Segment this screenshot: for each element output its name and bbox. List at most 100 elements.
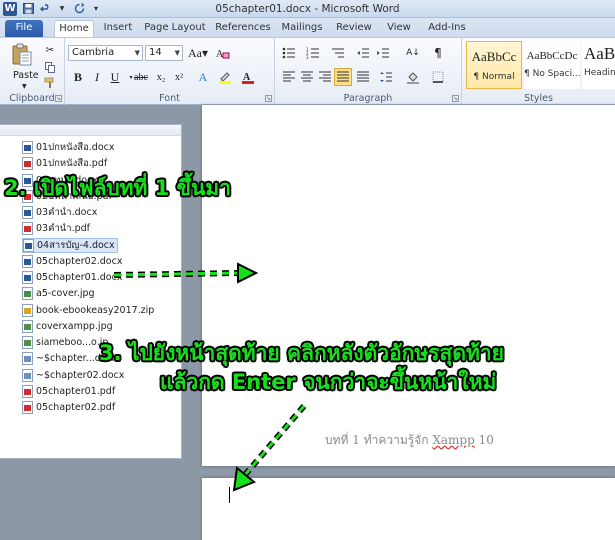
- increase-indent-icon[interactable]: [375, 45, 391, 61]
- font-group: Cambria ▼ 14 ▼ Aa▾ A B I U ▾ abc x₂ x² A…: [65, 38, 275, 105]
- tab-references[interactable]: References: [215, 20, 271, 37]
- tab-view[interactable]: View: [383, 20, 415, 37]
- file-list-item[interactable]: 01ปกหนังสือ.pdf: [22, 156, 107, 171]
- styles-group: AaBbCc ¶ Normal AaBbCcDc ¶ No Spaci... A…: [462, 38, 615, 105]
- file-name: 03คำนำ.docx: [36, 207, 98, 218]
- multilevel-list-icon[interactable]: [330, 45, 346, 61]
- style-normal-name: ¶ Normal: [473, 72, 515, 82]
- file-list-item[interactable]: 01ปกหนังสือ.docx: [22, 140, 114, 155]
- italic-icon[interactable]: I: [89, 69, 105, 85]
- file-list-item[interactable]: siameboo...o.jp: [22, 335, 108, 350]
- file-list-item[interactable]: 05chapter01.pdf: [22, 384, 115, 399]
- footer-page-number: 10: [474, 433, 494, 447]
- file-name: siameboo...o.jp: [36, 337, 109, 348]
- paste-icon[interactable]: [8, 42, 36, 68]
- style-no-spacing-sample: AaBbCcDc: [526, 50, 578, 62]
- ribbon-tabs: File Home Insert Page Layout References …: [0, 18, 615, 37]
- styles-group-label: Styles: [524, 93, 553, 104]
- paste-label[interactable]: Paste: [13, 70, 39, 81]
- annotation-step2: 2. เปิดไฟล์บทที่ 1 ขึ้นมา: [4, 176, 231, 200]
- img-file-icon: [22, 319, 33, 333]
- style-normal[interactable]: AaBbCc ¶ Normal: [466, 41, 522, 89]
- font-color-icon[interactable]: A: [240, 69, 256, 85]
- file-list-item[interactable]: 03คำนำ.docx: [22, 205, 97, 220]
- file-list-item[interactable]: coverxampp.jpg: [22, 319, 113, 334]
- chevron-down-icon: ▼: [174, 49, 180, 57]
- file-list-item[interactable]: 04สารบัญ-4.docx: [22, 237, 118, 253]
- tab-file[interactable]: File: [5, 20, 43, 37]
- file-list-item[interactable]: 05chapter02.docx: [22, 254, 122, 269]
- tab-home[interactable]: Home: [54, 20, 94, 37]
- footer-prefix: บทที่ 1 ทำความรู้จัก: [325, 433, 433, 447]
- font-launcher-icon[interactable]: ↘: [265, 95, 272, 102]
- align-left-icon[interactable]: [281, 69, 297, 85]
- title-bar: W ▼ ▾ 05chapter01.docx - Microsoft Word: [0, 0, 615, 18]
- word-file-icon: [22, 254, 33, 268]
- subscript-icon[interactable]: x₂: [153, 69, 169, 85]
- chevron-down-icon[interactable]: ▼: [22, 83, 27, 90]
- word-file-icon: [22, 141, 33, 154]
- grow-shrink-font-icon[interactable]: Aa▾: [187, 45, 209, 61]
- tab-add-ins[interactable]: Add-Ins: [424, 20, 470, 37]
- format-painter-icon[interactable]: [42, 75, 58, 91]
- style-no-spacing[interactable]: AaBbCcDc ¶ No Spaci...: [524, 41, 580, 89]
- pdf-file-icon: [22, 157, 33, 171]
- bold-icon[interactable]: B: [70, 69, 86, 85]
- bullets-icon[interactable]: [281, 45, 297, 61]
- font-size-combo[interactable]: 14 ▼: [145, 45, 183, 61]
- word-file-icon: [22, 271, 33, 284]
- tab-page-layout[interactable]: Page Layout: [144, 20, 206, 37]
- clipboard-group: Paste ▼ ✂ Clipboard ↘: [0, 38, 65, 105]
- file-list-item[interactable]: 05chapter01.docx: [22, 270, 122, 285]
- clear-formatting-icon[interactable]: A: [215, 45, 231, 61]
- file-name: 01ปกหนังสือ.pdf: [36, 158, 108, 170]
- font-family-value: Cambria: [72, 47, 115, 58]
- font-size-value: 14: [149, 47, 162, 58]
- font-family-combo[interactable]: Cambria ▼: [68, 45, 143, 61]
- superscript-icon[interactable]: x²: [171, 69, 187, 85]
- clipboard-launcher-icon[interactable]: ↘: [55, 95, 62, 102]
- line-spacing-icon[interactable]: [378, 69, 394, 85]
- highlight-icon[interactable]: [217, 69, 233, 85]
- align-right-icon[interactable]: [317, 69, 333, 85]
- show-formatting-marks-icon[interactable]: ¶: [430, 45, 446, 61]
- sort-icon[interactable]: A↓: [405, 45, 421, 61]
- underline-icon[interactable]: U: [107, 69, 123, 85]
- paragraph-launcher-icon[interactable]: ↘: [452, 95, 459, 102]
- file-list-item[interactable]: 03คำนำ.pdf: [22, 221, 90, 236]
- shading-icon[interactable]: [405, 69, 421, 85]
- file-name: 01ปกหนังสือ.docx: [36, 142, 115, 153]
- file-name: 04สารบัญ-4.docx: [37, 239, 115, 251]
- tab-insert[interactable]: Insert: [101, 20, 135, 37]
- annotation-step3-line2: แล้วกด Enter จนกว่าจะขึ้นหน้าใหม่: [160, 370, 497, 394]
- doc-file-icon: [22, 352, 33, 366]
- borders-icon[interactable]: [430, 69, 446, 85]
- distributed-icon[interactable]: [355, 69, 371, 85]
- text-effects-icon[interactable]: A: [195, 69, 211, 85]
- font-group-label: Font: [159, 93, 180, 104]
- style-heading-sample: AaB: [584, 44, 615, 63]
- ribbon: Paste ▼ ✂ Clipboard ↘ Cambria ▼ 14 ▼ Aa▾…: [0, 37, 615, 105]
- numbering-icon[interactable]: 123: [305, 45, 321, 61]
- doc-file-icon: [22, 368, 33, 382]
- style-heading-name: Headin: [584, 68, 615, 78]
- chevron-down-icon: ▼: [134, 49, 140, 57]
- img-file-icon: [22, 336, 33, 349]
- style-normal-sample: AaBbCc: [471, 49, 517, 64]
- style-heading[interactable]: AaB Headin: [582, 41, 615, 89]
- justify-icon[interactable]: [334, 68, 352, 86]
- copy-icon[interactable]: [42, 59, 58, 75]
- strikethrough-icon[interactable]: abc: [133, 69, 149, 85]
- word-file-icon: [22, 206, 33, 219]
- file-list-item[interactable]: book-ebookeasy2017.zip: [22, 303, 154, 318]
- pdf-file-icon: [22, 401, 33, 414]
- file-list-item[interactable]: 05chapter02.pdf: [22, 400, 115, 415]
- arrow-down-annotation: [232, 404, 307, 492]
- tab-review[interactable]: Review: [334, 20, 374, 37]
- tab-mailings[interactable]: Mailings: [280, 20, 324, 37]
- align-center-icon[interactable]: [299, 69, 315, 85]
- arrow-right-annotation: [113, 262, 259, 284]
- file-list-item[interactable]: a5-cover.jpg: [22, 286, 95, 301]
- decrease-indent-icon[interactable]: [355, 45, 371, 61]
- cut-icon[interactable]: ✂: [42, 42, 58, 58]
